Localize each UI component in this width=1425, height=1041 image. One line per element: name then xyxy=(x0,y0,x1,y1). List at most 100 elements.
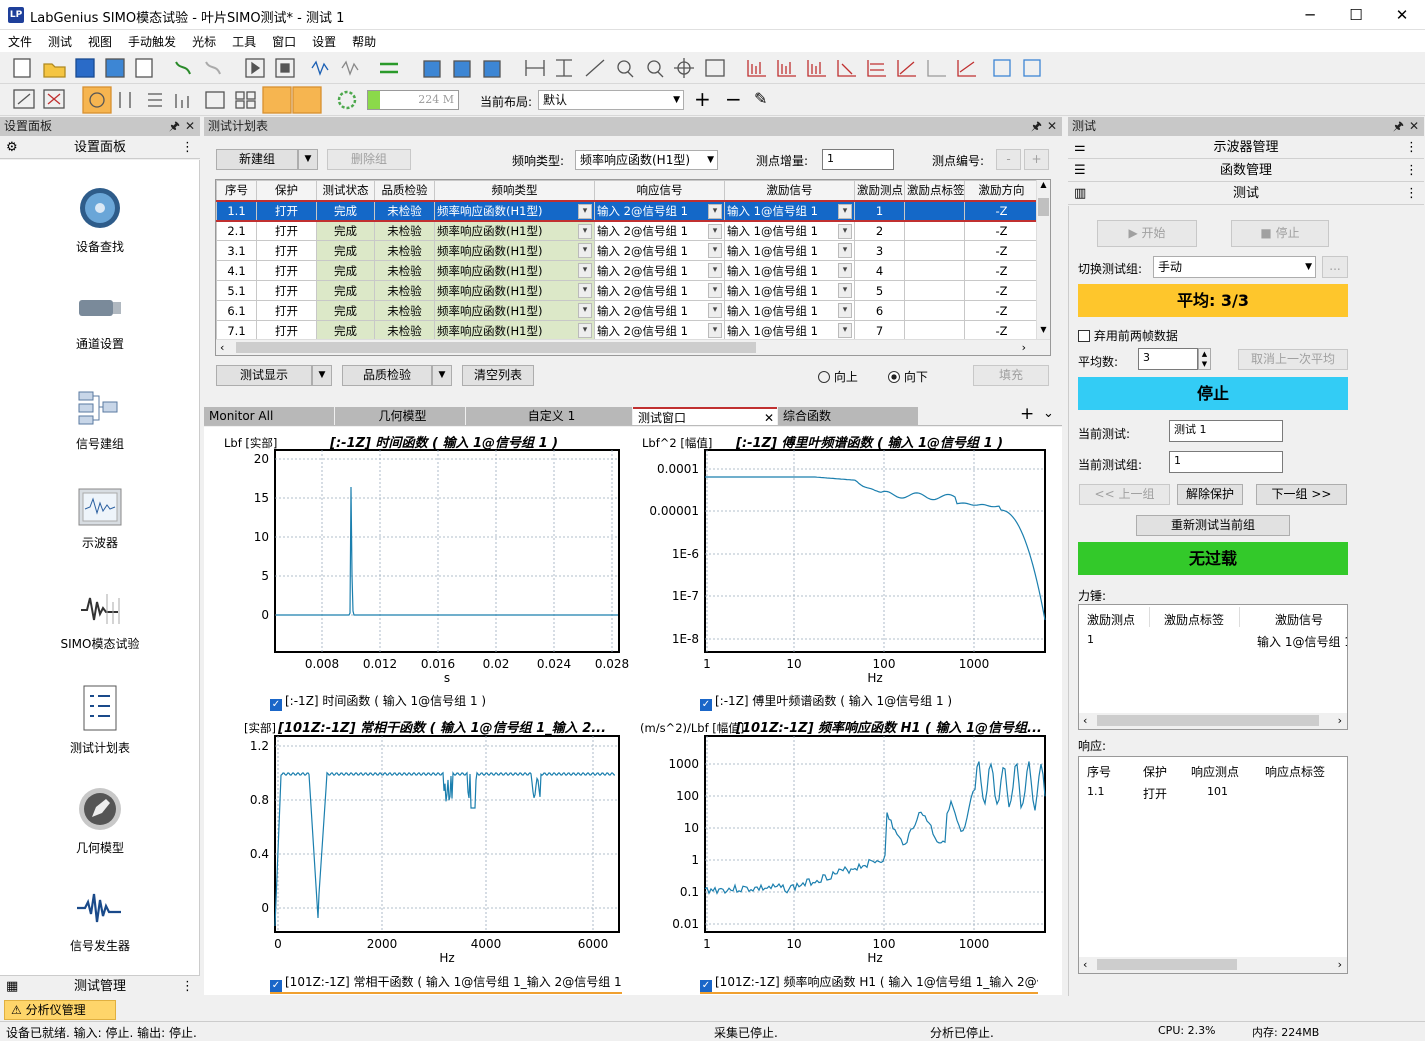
edit-layout-icon[interactable]: ✎ xyxy=(754,89,767,108)
chart4-frf-h1[interactable]: 1 10 100 1000 1000 100 10 1 0.1 0.01 Hz xyxy=(650,734,1055,974)
pin-icon[interactable]: 🖈 xyxy=(1031,117,1042,136)
table-cell[interactable]: 未检验 xyxy=(374,300,435,321)
scroll-left-icon[interactable]: ‹ xyxy=(220,341,224,354)
checkbox-checked-icon[interactable]: ✓ xyxy=(700,699,712,711)
cancel-last-average-button[interactable]: 取消上一次平均 xyxy=(1238,349,1348,370)
resp-cell[interactable]: 打开 xyxy=(1143,785,1167,802)
analyzer-management-tab[interactable]: ⚠ 分析仪管理 xyxy=(4,1000,116,1020)
scroll-thumb-h[interactable] xyxy=(236,342,756,353)
table-cell[interactable]: 输入 1@信号组 1 ▾ xyxy=(724,199,855,222)
table-cell[interactable]: 输入 1@信号组 1 ▾ xyxy=(724,260,855,281)
clear-list-button[interactable]: 清空列表 xyxy=(462,365,534,386)
cell-dropdown-icon[interactable]: ▾ xyxy=(708,223,722,239)
table-cell[interactable]: 4 xyxy=(854,260,905,281)
freq-type-select[interactable]: 频率响应函数(H1型) ▼ xyxy=(575,150,718,170)
table-cell[interactable]: 输入 1@信号组 1 ▾ xyxy=(724,280,855,301)
table-cell[interactable]: 2.1 xyxy=(216,220,257,241)
column-header[interactable]: 测试状态 xyxy=(316,180,375,201)
next-group-button[interactable]: 下一组 >> xyxy=(1256,484,1347,505)
menu-file[interactable]: 文件 xyxy=(0,30,40,50)
checkbox-checked-icon[interactable]: ✓ xyxy=(270,699,282,711)
cell-dropdown-icon[interactable]: ▾ xyxy=(708,263,722,278)
checkbox-checked-icon[interactable]: ✓ xyxy=(700,980,712,992)
resp-cell[interactable]: 101 xyxy=(1207,785,1228,798)
sidebar-item-channel-settings[interactable]: 通道设置 xyxy=(0,288,200,352)
table-cell[interactable]: 输入 2@信号组 1 ▾ xyxy=(594,199,725,222)
pin-icon[interactable]: 🖈 xyxy=(169,117,180,136)
table-cell[interactable]: 2 xyxy=(854,220,905,241)
table-cell[interactable]: -Z xyxy=(964,300,1039,321)
column-header[interactable]: 激励信号 xyxy=(724,180,855,201)
table-cell[interactable]: 输入 1@信号组 1 ▾ xyxy=(724,240,855,261)
scroll-right-icon[interactable]: › xyxy=(1022,341,1026,354)
scroll-thumb[interactable] xyxy=(1038,198,1049,216)
column-header[interactable]: 激励点标签 xyxy=(904,180,965,201)
cell-dropdown-icon[interactable]: ▾ xyxy=(838,283,852,298)
table-cell[interactable]: 完成 xyxy=(316,199,375,222)
table-cell[interactable] xyxy=(904,280,965,301)
table-row[interactable]: 7.1 打开 完成 未检验 频率响应函数(H1型) ▾ 输入 2@信号组 1 ▾ 输入 1@信号… xyxy=(216,320,1039,341)
cell-dropdown-icon[interactable]: ▾ xyxy=(838,263,852,278)
point-number-minus[interactable]: - xyxy=(996,149,1021,170)
table-cell[interactable]: 打开 xyxy=(256,320,317,341)
table-horizontal-scrollbar[interactable]: ‹ › xyxy=(216,339,1050,355)
tab-monitor-all[interactable]: Monitor All xyxy=(204,407,334,425)
scroll-thumb-h[interactable] xyxy=(1097,715,1319,726)
table-cell[interactable]: 频率响应函数(H1型) ▾ xyxy=(434,320,595,341)
chart2-legend[interactable]: ✓ [:-1Z] 傅里叶频谱函数 ( 输入 1@信号组 1 ) xyxy=(700,692,952,711)
current-test-input[interactable]: 测试 1 xyxy=(1169,420,1283,442)
switch-group-more-button[interactable]: ... xyxy=(1322,256,1348,278)
table-cell[interactable]: 打开 xyxy=(256,199,317,222)
table-cell[interactable] xyxy=(904,240,965,261)
table-row[interactable]: 4.1 打开 完成 未检验 频率响应函数(H1型) ▾ 输入 2@信号组 1 ▾ 输入 1@信号… xyxy=(216,260,1039,281)
cell-dropdown-icon[interactable]: ▾ xyxy=(578,303,592,318)
table-cell[interactable]: 未检验 xyxy=(374,199,435,222)
table-cell[interactable]: 输入 1@信号组 1 ▾ xyxy=(724,220,855,241)
sidebar-item-oscilloscope[interactable]: 示波器 xyxy=(0,487,200,551)
start-button[interactable]: ▶ 开始 xyxy=(1097,220,1197,247)
new-group-dropdown[interactable]: ▼ xyxy=(298,149,318,170)
table-cell[interactable]: 完成 xyxy=(316,280,375,301)
column-header[interactable]: 频响类型 xyxy=(434,180,595,201)
table-cell[interactable] xyxy=(904,260,965,281)
tab-custom-1[interactable]: 自定义 1 xyxy=(466,407,632,425)
table-cell[interactable]: 打开 xyxy=(256,280,317,301)
scroll-down-icon[interactable]: ▼ xyxy=(1037,325,1050,334)
chart3-legend[interactable]: ✓ [101Z:-1Z] 常相干函数 ( 输入 1@信号组 1_输入 2@信号组 … xyxy=(270,973,622,994)
minimize-button[interactable]: ─ xyxy=(1287,0,1333,30)
table-cell[interactable]: 7.1 xyxy=(216,320,257,341)
fill-button[interactable]: 填充 xyxy=(973,365,1049,386)
cell-dropdown-icon[interactable]: ▾ xyxy=(578,243,592,258)
table-cell[interactable]: 7 xyxy=(854,320,905,341)
table-row[interactable]: 3.1 打开 完成 未检验 频率响应函数(H1型) ▾ 输入 2@信号组 1 ▾ 输入 1@信号… xyxy=(216,240,1039,261)
cell-dropdown-icon[interactable]: ▾ xyxy=(838,323,852,338)
table-cell[interactable]: 输入 1@信号组 1 ▾ xyxy=(724,300,855,321)
discard-frames-checkbox[interactable]: 弃用前两帧数据 xyxy=(1078,327,1178,344)
cell-dropdown-icon[interactable]: ▾ xyxy=(578,263,592,278)
sidebar-item-signal-group[interactable]: 信号建组 xyxy=(0,388,200,452)
hammer-hscrollbar[interactable]: ‹ › xyxy=(1079,713,1347,729)
response-hscrollbar[interactable]: ‹ › xyxy=(1079,957,1347,973)
close-button[interactable]: ✕ xyxy=(1379,0,1425,30)
radio-down[interactable]: 向下 xyxy=(888,368,928,385)
menu-window[interactable]: 窗口 xyxy=(264,30,304,50)
scroll-up-icon[interactable]: ▲ xyxy=(1037,180,1050,189)
cell-dropdown-icon[interactable]: ▾ xyxy=(708,323,722,338)
cell-dropdown-icon[interactable]: ▾ xyxy=(838,223,852,239)
current-group-input[interactable]: 1 xyxy=(1169,451,1283,473)
table-cell[interactable]: 未检验 xyxy=(374,280,435,301)
cell-dropdown-icon[interactable]: ▾ xyxy=(708,303,722,318)
table-cell[interactable]: 5 xyxy=(854,280,905,301)
table-cell[interactable]: 5.1 xyxy=(216,280,257,301)
table-cell[interactable]: 1.1 xyxy=(216,199,257,222)
sidebar-item-test-plan[interactable]: 测试计划表 xyxy=(0,684,200,756)
tab-test-window[interactable]: 测试窗口 ✕ xyxy=(633,407,777,425)
table-row[interactable]: 5.1 打开 完成 未检验 频率响应函数(H1型) ▾ 输入 2@信号组 1 ▾ 输入 1@信号… xyxy=(216,280,1039,301)
menu-manual-trigger[interactable]: 手动触发 xyxy=(120,30,184,50)
table-cell[interactable]: 频率响应函数(H1型) ▾ xyxy=(434,300,595,321)
table-cell[interactable]: 4.1 xyxy=(216,260,257,281)
test-display-dropdown[interactable]: ▼ xyxy=(312,365,332,386)
table-cell[interactable]: -Z xyxy=(964,199,1039,222)
close-icon[interactable]: ✕ xyxy=(1047,117,1057,136)
chart1-legend[interactable]: ✓ [:-1Z] 时间函数 ( 输入 1@信号组 1 ) xyxy=(270,692,486,711)
